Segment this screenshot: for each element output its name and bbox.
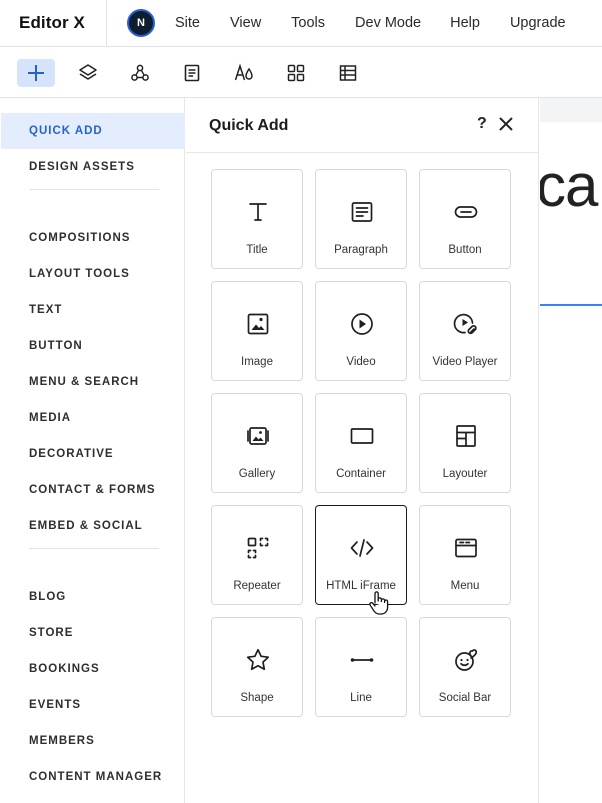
card-label: Paragraph <box>334 244 388 256</box>
line-icon <box>347 645 377 675</box>
add-icon <box>28 65 44 81</box>
menu-item-help[interactable]: Help <box>450 15 480 31</box>
sidebar-item-menu-and-search[interactable]: MENU & SEARCH <box>1 364 185 400</box>
apps-icon <box>131 64 149 81</box>
menu-item-site[interactable]: Site <box>175 15 200 31</box>
sidebar-item-text[interactable]: TEXT <box>1 292 185 328</box>
add-container-card[interactable]: Container <box>315 393 407 493</box>
top-menu: Site View Tools Dev Mode Help Upgrade <box>175 15 596 31</box>
card-label: HTML iFrame <box>326 580 396 592</box>
title-icon <box>243 197 273 227</box>
card-label: Button <box>448 244 482 256</box>
theme-button[interactable] <box>225 59 263 87</box>
brand-logo[interactable]: Editor X <box>0 0 107 46</box>
editor-canvas[interactable]: ca <box>540 98 602 803</box>
layers-icon <box>79 64 97 80</box>
add-elements-button[interactable] <box>17 59 55 87</box>
repeater-icon <box>243 533 273 563</box>
menu-item-dev-mode[interactable]: Dev Mode <box>355 15 421 31</box>
add-button-card[interactable]: Button <box>419 169 511 269</box>
canvas-heading-text: ca <box>540 152 598 219</box>
quick-add-panel: Quick Add ? Title Paragraph Button Image Vid… <box>186 98 539 803</box>
grid-button[interactable] <box>277 59 315 87</box>
card-label: Gallery <box>238 468 276 480</box>
canvas-selection-line <box>540 304 602 306</box>
card-label: Repeater <box>233 580 281 592</box>
add-title-card[interactable]: Title <box>211 169 303 269</box>
table-button[interactable] <box>329 59 367 87</box>
card-label: Menu <box>450 580 480 592</box>
sidebar-item-media[interactable]: MEDIA <box>1 400 185 436</box>
close-icon[interactable] <box>498 116 514 132</box>
add-menu-card[interactable]: Menu <box>419 505 511 605</box>
sidebar-item-compositions[interactable]: COMPOSITIONS <box>1 220 185 256</box>
help-button[interactable]: ? <box>477 115 487 133</box>
add-image-card[interactable]: Image <box>211 281 303 381</box>
sidebar-item-events[interactable]: EVENTS <box>1 687 185 723</box>
container-icon <box>347 421 377 451</box>
table-icon <box>339 65 357 81</box>
add-social-bar-card[interactable]: Social Bar <box>419 617 511 717</box>
video-icon <box>347 309 377 339</box>
add-shape-card[interactable]: Shape <box>211 617 303 717</box>
sidebar-item-design-assets[interactable]: DESIGN ASSETS <box>1 149 185 185</box>
top-bar: Editor X N Site View Tools Dev Mode Help Upgr… <box>0 0 602 47</box>
menu-item-upgrade[interactable]: Upgrade <box>510 15 566 31</box>
add-repeater-card[interactable]: Repeater <box>211 505 303 605</box>
button-icon <box>451 197 481 227</box>
card-label: Line <box>350 692 372 704</box>
add-video-card[interactable]: Video <box>315 281 407 381</box>
card-label: Video <box>346 356 376 368</box>
sidebar-item-layout-tools[interactable]: LAYOUT TOOLS <box>1 256 185 292</box>
canvas-header-strip <box>540 98 602 122</box>
add-gallery-card[interactable]: Gallery <box>211 393 303 493</box>
image-icon <box>243 309 273 339</box>
user-avatar[interactable]: N <box>127 9 155 37</box>
apps-button[interactable] <box>121 59 159 87</box>
sidebar-item-embed-and-social[interactable]: EMBED & SOCIAL <box>1 508 185 544</box>
social-bar-icon <box>451 645 481 675</box>
panel-header: Quick Add ? <box>186 98 539 153</box>
pages-button[interactable] <box>173 59 211 87</box>
sidebar-item-quick-add[interactable]: QUICK ADD <box>1 113 185 149</box>
add-html-iframe-card[interactable]: HTML iFrame <box>315 505 407 605</box>
add-paragraph-card[interactable]: Paragraph <box>315 169 407 269</box>
card-label: Title <box>246 244 268 256</box>
menu-item-view[interactable]: View <box>230 15 261 31</box>
add-panel-categories: QUICK ADD DESIGN ASSETS COMPOSITIONS LAYOUT… <box>1 98 185 803</box>
menu-item-tools[interactable]: Tools <box>291 15 325 31</box>
sidebar-item-decorative[interactable]: DECORATIVE <box>1 436 185 472</box>
code-icon <box>347 533 377 563</box>
star-icon <box>243 645 273 675</box>
panel-title: Quick Add <box>209 117 289 134</box>
sidebar-item-content-manager[interactable]: CONTENT MANAGER <box>1 759 185 795</box>
add-line-card[interactable]: Line <box>315 617 407 717</box>
theme-icon <box>234 63 253 81</box>
grid-icon <box>287 64 305 82</box>
layers-button[interactable] <box>69 59 107 87</box>
video-player-icon <box>451 309 481 339</box>
paragraph-icon <box>347 197 377 227</box>
card-label: Image <box>241 356 273 368</box>
sidebar-item-button[interactable]: BUTTON <box>1 328 185 364</box>
gallery-icon <box>243 421 273 451</box>
layouter-icon <box>451 421 481 451</box>
toolbar <box>0 48 602 98</box>
sidebar-item-blog[interactable]: BLOG <box>1 579 185 615</box>
add-video-player-card[interactable]: Video Player <box>419 281 511 381</box>
card-label: Layouter <box>442 468 488 480</box>
card-label: Shape <box>240 692 274 704</box>
sidebar-item-bookings[interactable]: BOOKINGS <box>1 651 185 687</box>
sidebar-item-store[interactable]: STORE <box>1 615 185 651</box>
add-layouter-card[interactable]: Layouter <box>419 393 511 493</box>
sidebar-divider <box>29 548 159 549</box>
sidebar-divider <box>29 189 159 190</box>
pages-icon <box>184 64 200 82</box>
card-label: Video Player <box>432 356 498 368</box>
card-label: Container <box>336 468 386 480</box>
card-label: Social Bar <box>438 692 492 704</box>
sidebar-item-members[interactable]: MEMBERS <box>1 723 185 759</box>
menu-icon <box>451 533 481 563</box>
sidebar-item-contact-and-forms[interactable]: CONTACT & FORMS <box>1 472 185 508</box>
